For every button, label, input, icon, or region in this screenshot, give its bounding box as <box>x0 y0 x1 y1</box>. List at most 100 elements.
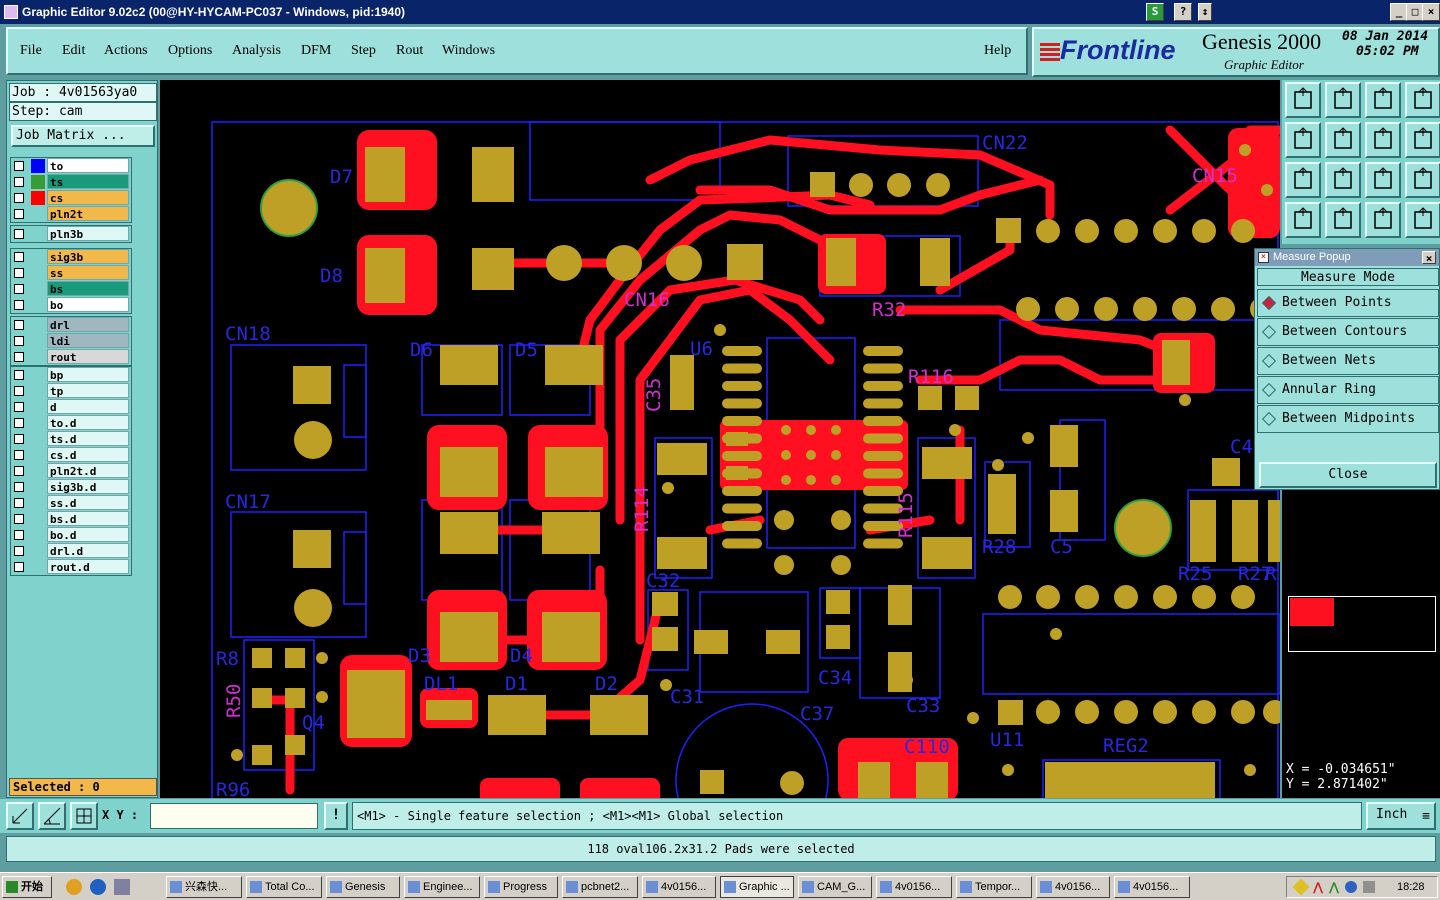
layer-row-pln3b[interactable]: pln3b <box>11 226 131 242</box>
layer-name[interactable]: ss <box>47 265 129 280</box>
menu-windows[interactable]: Windows <box>442 43 495 59</box>
tray-icon-3[interactable]: ⋀ <box>1329 880 1339 894</box>
pcb-view[interactable]: D7 D8 CN22 CN15 CN16 R32 CN18 D6 D5 U6 C35 R116 CN17… <box>160 80 1280 798</box>
menu-dfm[interactable]: DFM <box>301 43 331 59</box>
tools-icon[interactable] <box>1285 202 1321 238</box>
layer-row-to[interactable]: to <box>11 158 131 174</box>
layer-row-bo[interactable]: bo <box>11 297 131 313</box>
snap-icon[interactable] <box>6 802 34 830</box>
taskbar-item[interactable]: Total Co... <box>246 876 322 898</box>
layer-row-drl-d[interactable]: drl.d <box>11 543 131 559</box>
layer-name[interactable]: pln3b <box>47 226 129 241</box>
layer-name[interactable]: sig3b.d <box>47 479 129 494</box>
taskbar-item[interactable]: 4v0156... <box>1114 876 1190 898</box>
radio-diamond-icon[interactable] <box>1261 324 1277 340</box>
start-button[interactable]: 开始 <box>2 876 52 898</box>
layer-checkbox[interactable] <box>14 418 24 428</box>
menu-edit[interactable]: Edit <box>62 43 85 59</box>
layer-checkbox[interactable] <box>14 229 24 239</box>
angle-snap-icon[interactable] <box>38 802 66 830</box>
layer-row-ts-d[interactable]: ts.d <box>11 431 131 447</box>
layer-checkbox[interactable] <box>14 466 24 476</box>
layer-name[interactable]: bs.d <box>47 511 129 526</box>
layer-name[interactable]: pln2t.d <box>47 463 129 478</box>
taskbar-item[interactable]: 4v0156... <box>1036 876 1110 898</box>
layer-name[interactable]: bs <box>47 281 129 296</box>
radio-diamond-icon[interactable] <box>1261 353 1277 369</box>
layer-row-cs-d[interactable]: cs.d <box>11 447 131 463</box>
layer-checkbox[interactable] <box>14 336 24 346</box>
layer-checkbox[interactable] <box>14 370 24 380</box>
job-matrix-button[interactable]: Job Matrix ... <box>11 125 155 147</box>
grid-icon[interactable] <box>1325 202 1361 238</box>
layer-checkbox[interactable] <box>14 209 24 219</box>
layer-checkbox[interactable] <box>14 193 24 203</box>
help-icon[interactable]: ? <box>1174 3 1192 21</box>
question-icon[interactable] <box>1405 162 1440 198</box>
layer-name[interactable]: ts.d <box>47 431 129 446</box>
layer-checkbox[interactable] <box>14 514 24 524</box>
menu-step[interactable]: Step <box>351 43 376 59</box>
taskbar-item[interactable]: CAM_G... <box>798 876 872 898</box>
layer-row-tp[interactable]: tp <box>11 383 131 399</box>
taskbar-item[interactable]: pcbnet2... <box>562 876 638 898</box>
step-icon[interactable] <box>1405 122 1440 158</box>
panel-icon[interactable] <box>1405 82 1440 118</box>
layer-name[interactable]: cs.d <box>47 447 129 462</box>
taskbar-item[interactable]: Progress <box>484 876 558 898</box>
menu-actions[interactable]: Actions <box>104 43 148 59</box>
quicklaunch-ie-icon[interactable] <box>90 879 106 895</box>
measure-option-between-nets[interactable]: Between Nets <box>1257 347 1439 375</box>
layer-row-pln2t[interactable]: pln2t <box>11 206 131 222</box>
layer-name[interactable]: ts <box>47 174 129 189</box>
menu-analysis[interactable]: Analysis <box>232 43 281 59</box>
home-icon[interactable] <box>1365 82 1401 118</box>
layer-checkbox[interactable] <box>14 320 24 330</box>
layer-row-to-d[interactable]: to.d <box>11 415 131 431</box>
layer-row-sig3b-d[interactable]: sig3b.d <box>11 479 131 495</box>
exclamation-icon[interactable]: ! <box>324 802 348 830</box>
graphic-canvas[interactable]: D7 D8 CN22 CN15 CN16 R32 CN18 D6 D5 U6 C35 R116 CN17… <box>160 80 1280 798</box>
quicklaunch-desktop-icon[interactable] <box>114 879 130 895</box>
layer-row-rout-d[interactable]: rout.d <box>11 559 131 575</box>
undo-view-icon[interactable] <box>1365 122 1401 158</box>
layer-name[interactable]: to.d <box>47 415 129 430</box>
layer-row-drl[interactable]: drl <box>11 317 131 333</box>
layer-name[interactable]: ldi <box>47 333 129 348</box>
layer-row-bs-d[interactable]: bs.d <box>11 511 131 527</box>
xy-input[interactable] <box>150 803 318 829</box>
layer-checkbox[interactable] <box>14 352 24 362</box>
layer-name[interactable]: bo.d <box>47 527 129 542</box>
layer-row-pln2t-d[interactable]: pln2t.d <box>11 463 131 479</box>
layer-row-bs[interactable]: bs <box>11 281 131 297</box>
radio-diamond-icon[interactable] <box>1261 295 1277 311</box>
layer-row-ldi[interactable]: ldi <box>11 333 131 349</box>
taskbar-item[interactable]: Graphic ... <box>720 876 794 898</box>
taskbar-item[interactable]: Tempor... <box>956 876 1032 898</box>
move-up-icon[interactable] <box>1285 82 1321 118</box>
ratio-icon[interactable] <box>1365 162 1401 198</box>
layer-checkbox[interactable] <box>14 386 24 396</box>
layer-checkbox[interactable] <box>14 402 24 412</box>
layer-row-ss-d[interactable]: ss.d <box>11 495 131 511</box>
layer-checkbox[interactable] <box>14 161 24 171</box>
taskbar-item[interactable]: 兴森快... <box>166 876 242 898</box>
taskbar-item[interactable]: Enginee... <box>404 876 480 898</box>
layer-name[interactable]: rout <box>47 349 129 364</box>
layer-name[interactable]: bo <box>47 297 129 312</box>
move-down-icon[interactable] <box>1325 82 1361 118</box>
grid-snap-icon[interactable] <box>70 802 98 830</box>
unit-selector[interactable]: Inch ≡ <box>1366 802 1436 830</box>
layer-checkbox[interactable] <box>14 546 24 556</box>
menu-options[interactable]: Options <box>168 43 212 59</box>
close-popup-icon[interactable]: × <box>1422 251 1436 265</box>
menu-help[interactable]: Help <box>984 43 1011 59</box>
layer-name[interactable]: tp <box>47 383 129 398</box>
move-right-icon[interactable] <box>1325 122 1361 158</box>
layer-name[interactable]: pln2t <box>47 206 129 221</box>
layer-row-ts[interactable]: ts <box>11 174 131 190</box>
menu-file[interactable]: File <box>20 43 42 59</box>
layer-name[interactable]: sig3b <box>47 249 129 264</box>
layer-checkbox[interactable] <box>14 284 24 294</box>
layer-row-rout[interactable]: rout <box>11 349 131 365</box>
